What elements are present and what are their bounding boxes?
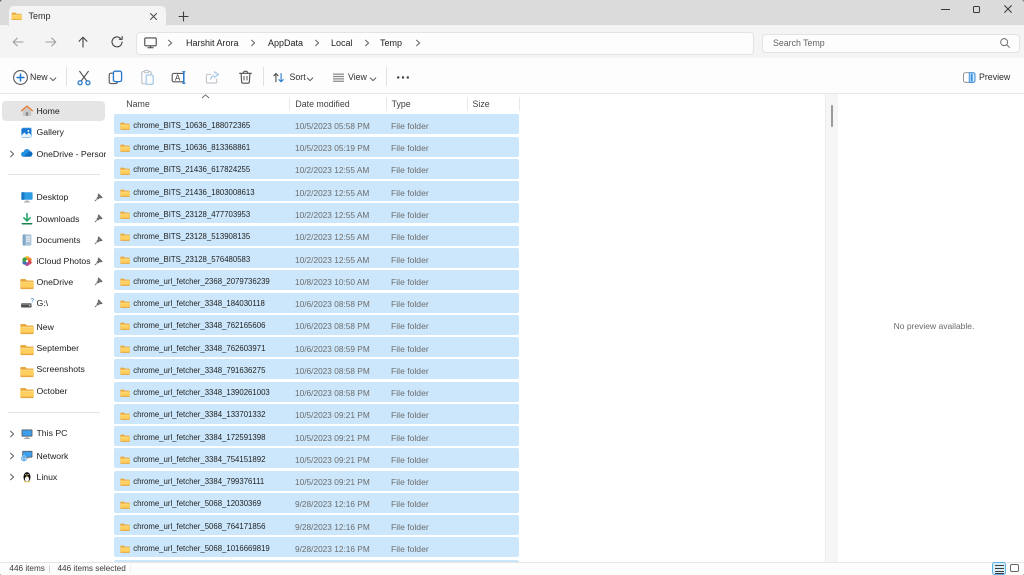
svg-text:?: ? — [31, 298, 34, 305]
